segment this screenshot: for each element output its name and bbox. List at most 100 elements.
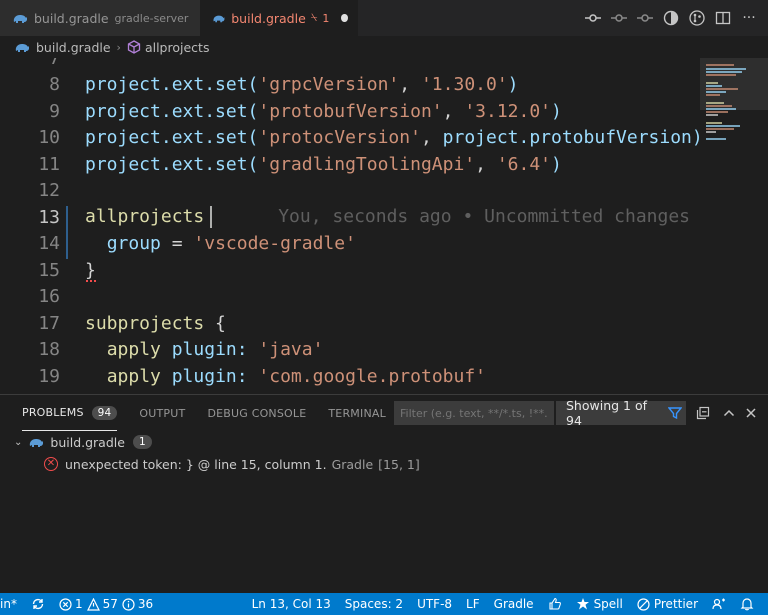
previous-change-icon[interactable] [610,9,628,27]
tab-problems[interactable]: PROBLEMS 94 [22,395,118,431]
code-line[interactable]: 18 apply plugin: 'java' [0,337,700,364]
collapse-all-icon[interactable] [694,404,712,422]
error-squiggle [86,279,96,282]
problems-filter-input[interactable] [394,401,554,425]
code-line[interactable]: 14 group = 'vscode-gradle' [0,231,700,258]
minimap[interactable] [700,58,768,394]
code-token: group [106,233,161,255]
bottom-panel: PROBLEMS 94 OUTPUT DEBUG CONSOLE TERMINA… [0,394,768,593]
code-line[interactable]: 12 [0,178,700,205]
git-commit-icon[interactable] [584,9,602,27]
code-line[interactable]: 15} [0,257,700,284]
code-editor[interactable]: 7 8 project.ext.set('grpcVersion', '1.30.0… [0,58,700,394]
minimap-line [706,125,740,127]
code-line[interactable]: 9 project.ext.set('protobufVersion', '3.1… [0,98,700,125]
problem-position: [15, 1] [378,456,420,472]
code-token: ) [507,74,519,96]
minimap-line [706,131,716,133]
more-actions-icon[interactable]: ··· [740,9,758,27]
text-cursor [210,206,213,229]
problems-status[interactable]: 1 57 36 [59,593,153,615]
tab-debug-console[interactable]: DEBUG CONSOLE [207,395,306,431]
breadcrumb-file[interactable]: build.gradle [36,40,111,55]
tab-terminal[interactable]: TERMINAL [328,395,386,431]
code-token: allprojects [85,206,205,228]
minimap-line [706,102,724,104]
code-token: project.ext.set( [85,127,259,149]
line-number: 7 [49,58,60,69]
problem-source: Gradle [331,456,374,472]
code-token: plugin: [171,339,248,361]
remote-indicator[interactable]: in* [0,593,17,615]
minimap-line [706,108,736,110]
breadcrumb-symbol[interactable]: allprojects [145,40,210,55]
thumbs-up-icon[interactable] [548,593,562,615]
encoding[interactable]: UTF-8 [417,593,452,615]
code-line[interactable]: 16 [0,284,700,311]
spell-check[interactable]: Spell [576,593,623,615]
tab-description: gradle-server [114,11,189,25]
cursor-position[interactable]: Ln 13, Col 13 [252,593,331,615]
language-mode[interactable]: Gradle [494,593,534,615]
tab-output[interactable]: OUTPUT [139,395,185,431]
line-number: 17 [38,312,60,334]
gradle-elephant-icon [30,438,44,447]
filter-icon[interactable] [664,401,686,425]
tab-build-gradle-active[interactable]: build.gradle ⍀ 1 [200,0,358,36]
code-line[interactable]: 8 project.ext.set('grpcVersion', '1.30.0'… [0,72,700,99]
code-token: plugin: [171,365,248,387]
tab-build-gradle-server[interactable]: build.gradle gradle-server [0,0,200,36]
feedback-icon[interactable] [712,593,726,615]
code-line[interactable]: 7 [0,58,700,72]
code-line[interactable]: 13 allprojects You, seconds ago • Uncommit… [0,204,700,231]
unsaved-dot-icon[interactable] [341,14,348,22]
tab-terminal-label: TERMINAL [328,406,386,420]
end-of-line[interactable]: LF [466,593,480,615]
code-text: project.ext.set('protobufVersion', '3.12… [85,101,562,122]
status-bar-right: Ln 13, Col 13 Spaces: 2 UTF-8 LF Gradle … [252,593,768,615]
line-number: 18 [38,339,60,361]
maximize-panel-icon[interactable] [720,404,738,422]
code-line[interactable]: 17 subprojects { [0,310,700,337]
remote-label: in* [0,597,17,611]
split-editor-icon[interactable] [714,9,732,27]
info-count: 36 [137,597,154,611]
status-bar: in* 1 57 36 Ln 13, Col 13 Spaces: 2 UTF-… [0,593,768,615]
code-token: '6.4' [496,153,552,175]
code-text: allprojects You, seconds ago • Uncommitte… [85,206,690,229]
code-token: apply [106,339,161,361]
close-panel-icon[interactable] [742,404,760,422]
tab-git-icon: ⍀ [310,11,318,24]
code-token: , [420,127,443,149]
code-token: apply [106,365,161,387]
notifications-bell-icon[interactable] [740,593,754,615]
code-token: subprojects [85,312,205,334]
tab-label: build.gradle [231,10,306,26]
chevron-down-icon[interactable]: ⌄ [14,437,22,448]
code-line[interactable]: 11 project.ext.set('gradlingToolingApi', … [0,151,700,178]
modified-lines-indicator[interactable] [66,206,68,259]
tab-label: build.gradle [34,10,109,26]
indentation[interactable]: Spaces: 2 [345,593,403,615]
sync-icon[interactable] [31,593,45,615]
prettier-label: Prettier [653,597,698,611]
tab-debug-console-label: DEBUG CONSOLE [207,406,307,420]
minimap-line [706,138,726,140]
problem-file-row[interactable]: ⌄ build.gradle 1 [14,431,152,453]
prettier-icon [637,597,650,611]
prettier[interactable]: Prettier [637,593,698,615]
minimap-line [706,74,736,76]
problem-file-count: 1 [132,435,152,449]
open-changes-icon[interactable] [662,9,680,27]
code-line[interactable]: 10 project.ext.set('protocVersion', proje… [0,125,700,152]
git-branch-icon[interactable] [688,9,706,27]
gradle-elephant-icon [213,15,225,22]
next-change-icon[interactable] [636,9,654,27]
info-status-icon [122,597,135,611]
problem-item[interactable]: ✕ unexpected token: } @ line 15, column … [44,453,420,475]
code-text: project.ext.set('protocVersion', project… [85,127,700,148]
code-line[interactable]: 19 apply plugin: 'com.google.protobuf' [0,363,700,390]
